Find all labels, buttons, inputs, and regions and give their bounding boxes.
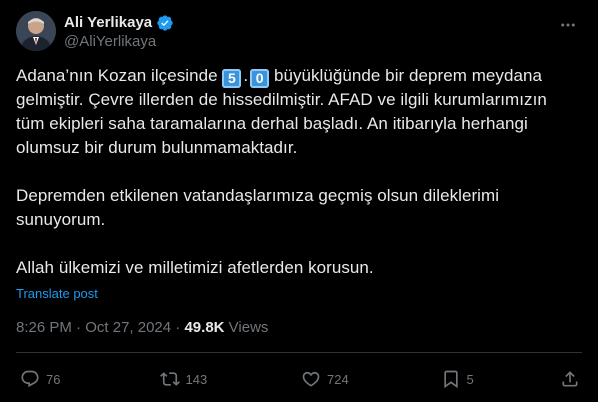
repost-icon [159,372,180,386]
bookmark-icon [443,370,458,389]
views-count: 49.8K [184,319,225,336]
keycap-digit-0: 0 [250,69,270,88]
bookmark-count: 5 [466,371,474,387]
reply-button[interactable]: 76 [20,369,80,389]
bookmark-button[interactable]: 5 [441,369,481,389]
author-handle[interactable]: @AliYerlikaya [64,32,174,52]
tweet-text: Adana’nın Kozan ilçesinde 5.0 büyüklüğün… [16,64,576,280]
views-label: Views [228,319,269,336]
verified-icon [156,14,174,32]
repost-button[interactable]: 143 [159,369,222,389]
avatar[interactable] [16,11,56,51]
like-button[interactable]: 724 [301,369,361,389]
more-icon[interactable] [558,15,578,35]
tweet-meta: 8:26 PM · Oct 27, 2024 · 49.8K Views [16,318,268,338]
divider [16,352,582,353]
keycap-digit-5: 5 [222,69,242,88]
tweet-paragraph-2: Depremden etkilenen vatandaşlarımıza geç… [16,186,500,229]
tweet-time[interactable]: 8:26 PM [16,319,72,336]
reply-icon [21,370,39,388]
author-display-name[interactable]: Ali Yerlikaya [64,13,152,32]
tweet-paragraph-1: Adana’nın Kozan ilçesinde 5.0 büyüklüğün… [16,66,547,157]
like-count: 724 [327,371,349,387]
share-button[interactable] [560,369,580,389]
keycap-dot: . [243,66,249,85]
action-bar: 76 143 724 5 [20,366,580,392]
meta-separator: · [71,319,86,336]
meta-separator-2: · [171,319,185,336]
translate-post-link[interactable]: Translate post [16,286,98,301]
tweet-date[interactable]: Oct 27, 2024 [85,319,171,336]
tweet-header: Ali Yerlikaya @AliYerlikaya [16,11,582,55]
share-icon [562,371,578,387]
reply-count: 76 [46,371,61,387]
repost-count: 143 [185,371,208,387]
like-icon [302,371,320,387]
tweet-paragraph-3: Allah ülkemizi ve milletimizi afetlerden… [16,258,374,277]
